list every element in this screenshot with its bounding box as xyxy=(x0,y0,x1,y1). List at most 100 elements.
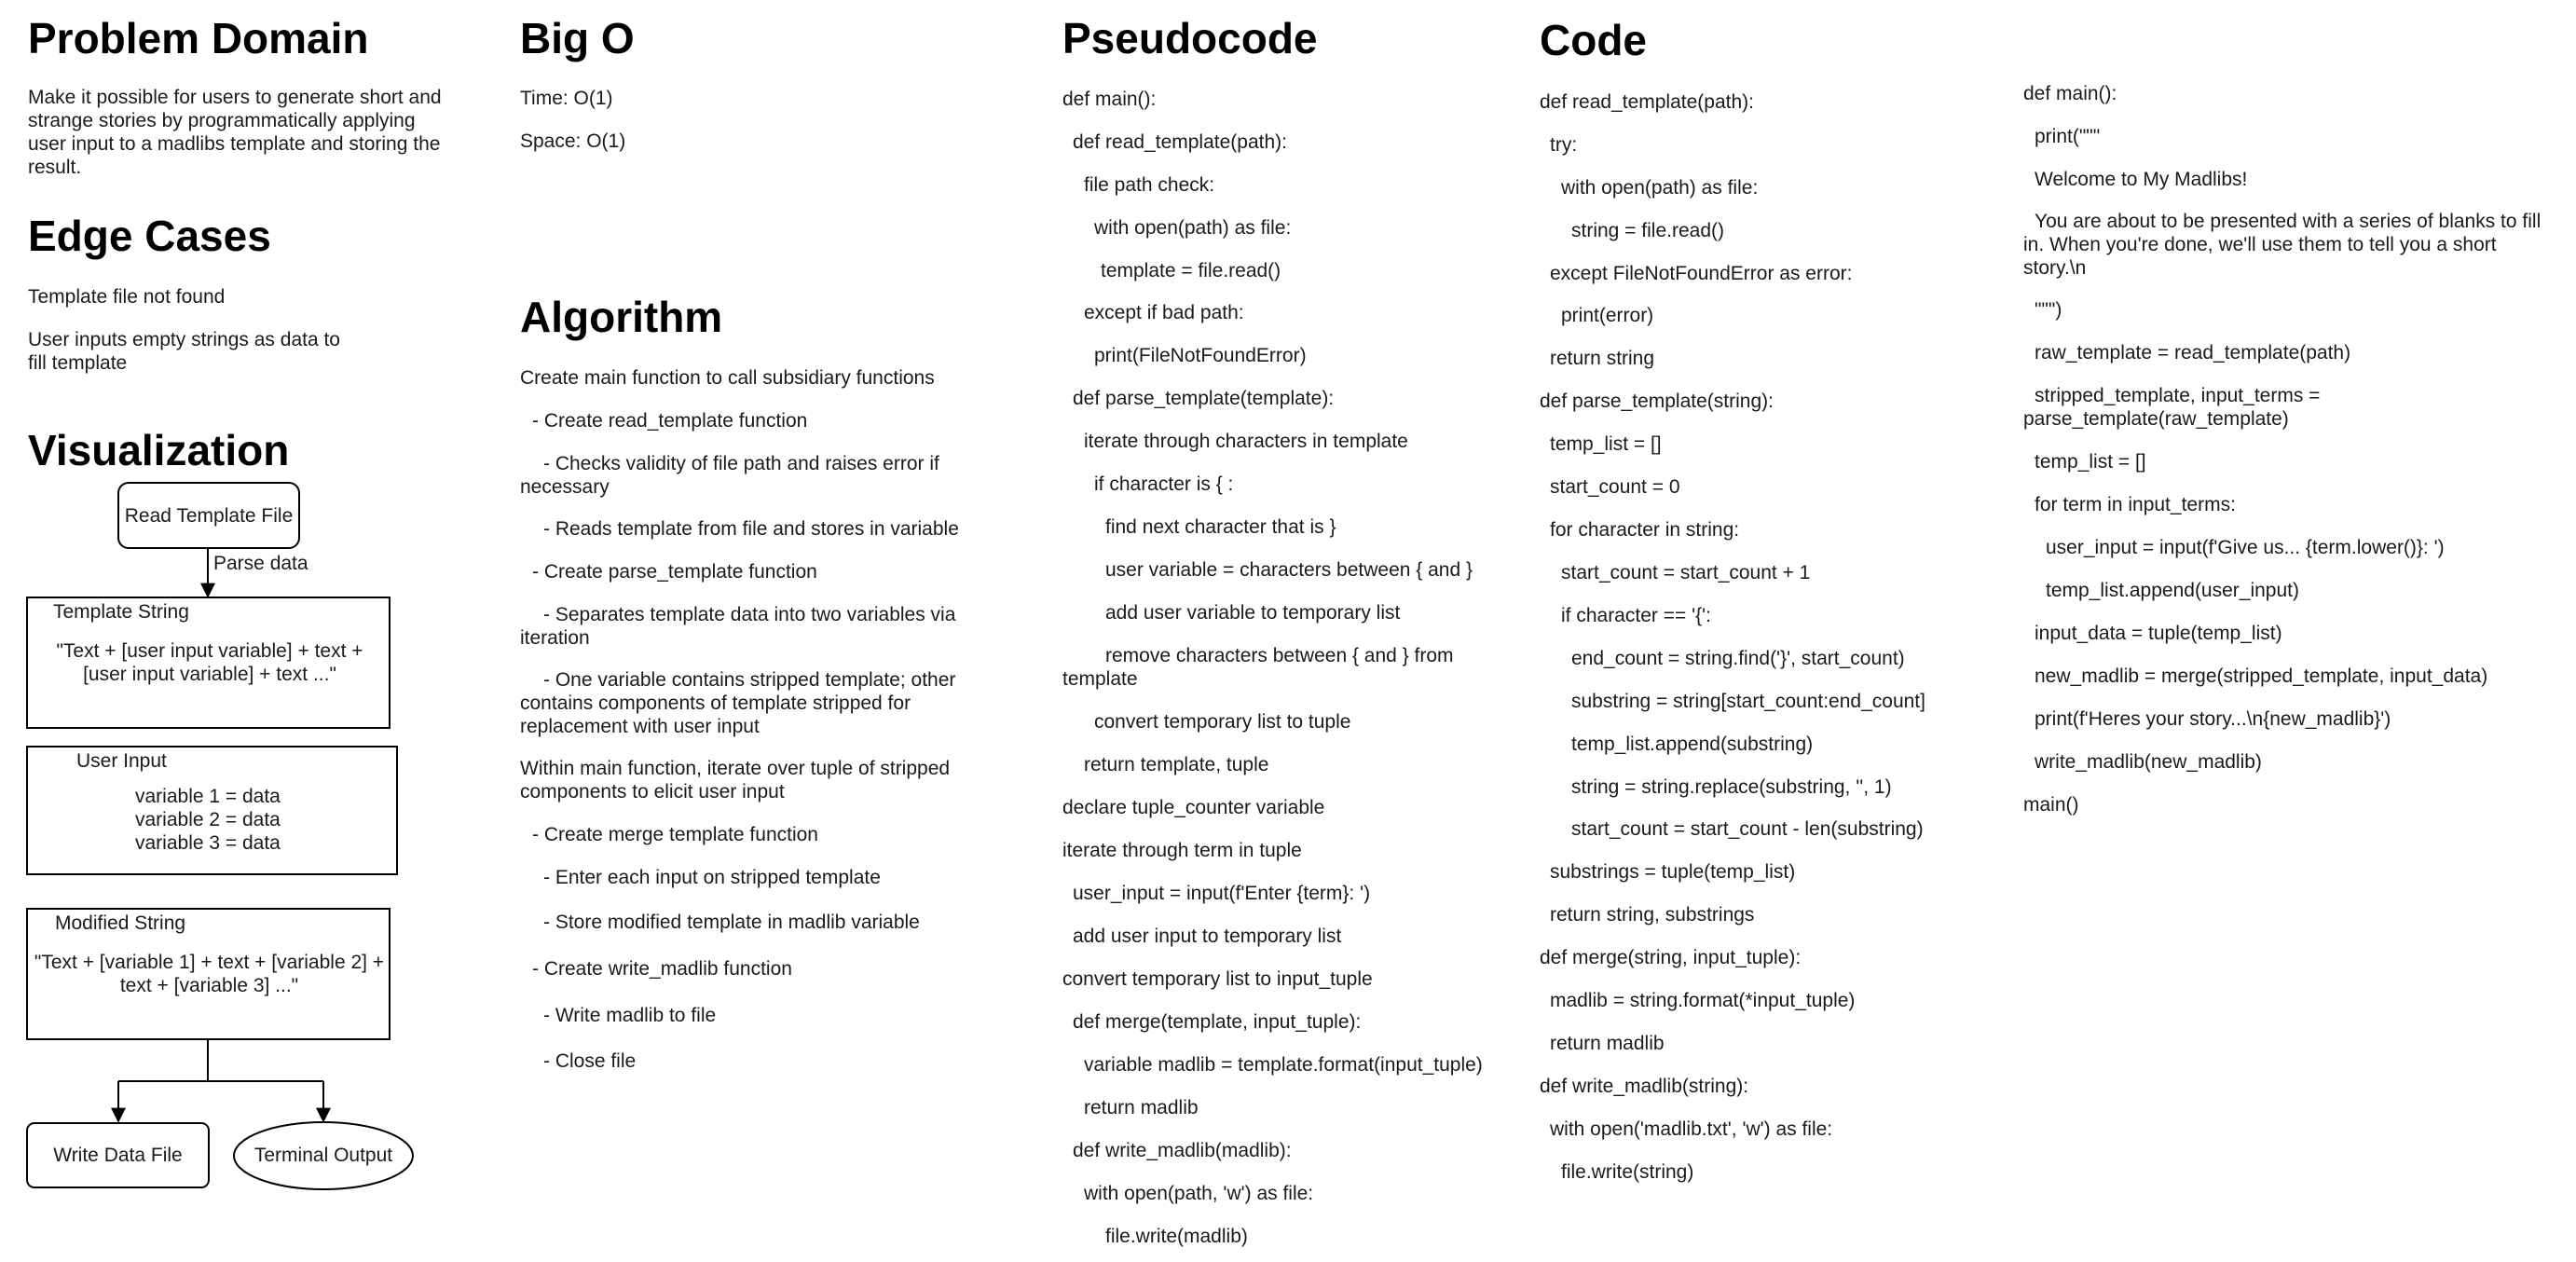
pseudocode-line: template = file.read() xyxy=(1101,260,1281,281)
algorithm-item: - Create parse_template function xyxy=(532,561,817,583)
code-line: def read_template(path): xyxy=(1540,91,1754,113)
pseudocode-line: iterate through characters in template xyxy=(1084,431,1408,452)
user-input-node: User Input variable 1 = data variable 2 … xyxy=(26,746,398,875)
big-o-space: Space: O(1) xyxy=(520,130,626,152)
algorithm-item: - Store modified template in madlib vari… xyxy=(543,912,920,933)
algorithm-item: - One variable contains stripped templat… xyxy=(520,669,956,737)
user-input-line: variable 3 = data xyxy=(135,832,281,854)
write-data-file-label: Write Data File xyxy=(53,1145,183,1166)
code-line: print(error) xyxy=(1561,305,1654,326)
modified-string-body: "Text + [variable 1] + text + [variable … xyxy=(34,952,385,996)
pseudocode-line: remove characters between { and } from t… xyxy=(1062,645,1454,690)
pseudocode-line: def main(): xyxy=(1062,89,1157,110)
pseudocode-line: def read_template(path): xyxy=(1073,131,1287,153)
main-code-line: Welcome to My Madlibs! xyxy=(2035,169,2248,190)
code-line: temp_list.append(substring) xyxy=(1571,734,1814,755)
template-string-node: Template String "Text + [user input vari… xyxy=(26,597,391,729)
main-code-line: raw_template = read_template(path) xyxy=(2035,342,2351,364)
code-line: return string xyxy=(1550,348,1655,369)
main-code-line: user_input = input(f'Give us... {term.lo… xyxy=(2046,537,2445,558)
code-line: return madlib xyxy=(1550,1033,1665,1054)
algorithm-item: - Enter each input on stripped template xyxy=(543,867,881,888)
code-line: start_count = 0 xyxy=(1550,476,1680,498)
algorithm-item: - Separates template data into two varia… xyxy=(520,604,956,649)
code-line: with open('madlib.txt', 'w') as file: xyxy=(1550,1118,1833,1140)
algorithm-item: - Create write_madlib function xyxy=(532,958,792,980)
main-code-line: temp_list.append(user_input) xyxy=(2046,580,2299,601)
terminal-output-label: Terminal Output xyxy=(253,1145,393,1166)
pseudocode-line: return template, tuple xyxy=(1084,754,1269,775)
code-line: substrings = tuple(temp_list) xyxy=(1550,861,1796,883)
code-line: try: xyxy=(1550,134,1578,156)
algorithm-item: - Create read_template function xyxy=(532,410,808,432)
user-input-line: variable 2 = data xyxy=(135,809,281,830)
main-code-line: """) xyxy=(2035,299,2062,321)
template-string-title: Template String xyxy=(53,601,189,623)
main-code-line: stripped_template, input_terms = parse_t… xyxy=(2023,385,2321,430)
code-line: end_count = string.find('}', start_count… xyxy=(1571,648,1905,669)
pseudocode-line: with open(path, 'w') as file: xyxy=(1084,1183,1314,1204)
pseudocode-line: except if bad path: xyxy=(1084,302,1244,323)
code-title: Code xyxy=(1540,16,1647,64)
read-template-node: Read Template File xyxy=(117,482,300,549)
code-line: substring = string[start_count:end_count… xyxy=(1571,691,1925,712)
code-line: start_count = start_count + 1 xyxy=(1561,562,1811,583)
pseudocode-line: def parse_template(template): xyxy=(1073,388,1335,409)
pseudocode-line: variable madlib = template.format(input_… xyxy=(1084,1054,1483,1076)
modified-string-node: Modified String "Text + [variable 1] + t… xyxy=(26,908,391,1040)
pseudocode-line: file path check: xyxy=(1084,174,1215,196)
read-template-label: Read Template File xyxy=(124,504,294,527)
pseudocode-title: Pseudocode xyxy=(1062,14,1318,62)
algorithm-item: Within main function, iterate over tuple… xyxy=(520,758,951,802)
main-code-line: You are about to be presented with a ser… xyxy=(2023,211,2542,279)
algorithm-title: Algorithm xyxy=(520,293,723,341)
pseudocode-line: convert temporary list to input_tuple xyxy=(1062,968,1373,990)
pseudocode-line: with open(path) as file: xyxy=(1094,217,1292,239)
main-code-line: print(f'Heres your story...\n{new_madlib… xyxy=(2035,708,2391,730)
main-code-line: main() xyxy=(2023,794,2079,816)
main-code-line: for term in input_terms: xyxy=(2035,494,2236,515)
main-code-line: write_madlib(new_madlib) xyxy=(2035,751,2262,773)
algorithm-item: - Write madlib to file xyxy=(543,1005,717,1026)
code-line: madlib = string.format(*input_tuple) xyxy=(1550,990,1856,1011)
main-code-line: def main(): xyxy=(2023,83,2117,104)
big-o-time: Time: O(1) xyxy=(520,88,613,109)
pseudocode-line: return madlib xyxy=(1084,1097,1199,1118)
modified-string-title: Modified String xyxy=(55,912,186,934)
code-line: file.write(string) xyxy=(1561,1161,1694,1183)
user-input-line: variable 1 = data xyxy=(135,786,281,807)
code-line: except FileNotFoundError as error: xyxy=(1550,263,1853,284)
code-line: return string, substrings xyxy=(1550,904,1755,926)
user-input-title: User Input xyxy=(76,750,167,772)
algorithm-item: - Reads template from file and stores in… xyxy=(543,518,959,540)
code-line: string = file.read() xyxy=(1571,220,1724,241)
pseudocode-line: declare tuple_counter variable xyxy=(1062,797,1325,818)
algorithm-item: - Checks validity of file path and raise… xyxy=(520,453,939,498)
pseudocode-line: def write_madlib(madlib): xyxy=(1073,1140,1292,1161)
main-code-line: new_madlib = merge(stripped_template, in… xyxy=(2035,665,2488,687)
big-o-title: Big O xyxy=(520,14,635,62)
code-line: with open(path) as file: xyxy=(1561,177,1759,199)
write-data-file-node: Write Data File xyxy=(26,1122,210,1188)
code-line: if character == '{': xyxy=(1561,605,1711,626)
parse-data-label: Parse data xyxy=(213,553,308,574)
template-string-body: "Text + [user input variable] + text + [… xyxy=(56,640,363,685)
code-line: def parse_template(string): xyxy=(1540,391,1774,412)
pseudocode-line: user_input = input(f'Enter {term}: ') xyxy=(1073,883,1371,904)
main-code-line: temp_list = [] xyxy=(2035,451,2146,473)
algorithm-item: - Close file xyxy=(543,1050,637,1072)
code-line: string = string.replace(substring, '', 1… xyxy=(1571,776,1892,798)
main-code-line: input_data = tuple(temp_list) xyxy=(2035,623,2282,644)
main-code-line: print(""" xyxy=(2035,126,2101,147)
pseudocode-line: user variable = characters between { and… xyxy=(1105,559,1473,581)
pseudocode-line: def merge(template, input_tuple): xyxy=(1073,1011,1362,1033)
code-line: def merge(string, input_tuple): xyxy=(1540,947,1802,968)
code-line: def write_madlib(string): xyxy=(1540,1076,1749,1097)
code-line: start_count = start_count - len(substrin… xyxy=(1571,818,1924,840)
code-line: for character in string: xyxy=(1550,519,1740,541)
pseudocode-line: find next character that is } xyxy=(1105,516,1336,538)
pseudocode-line: add user variable to temporary list xyxy=(1105,602,1401,624)
pseudocode-line: print(FileNotFoundError) xyxy=(1094,345,1307,366)
pseudocode-line: iterate through term in tuple xyxy=(1062,840,1302,861)
algorithm-item: Create main function to call subsidiary … xyxy=(520,367,935,389)
